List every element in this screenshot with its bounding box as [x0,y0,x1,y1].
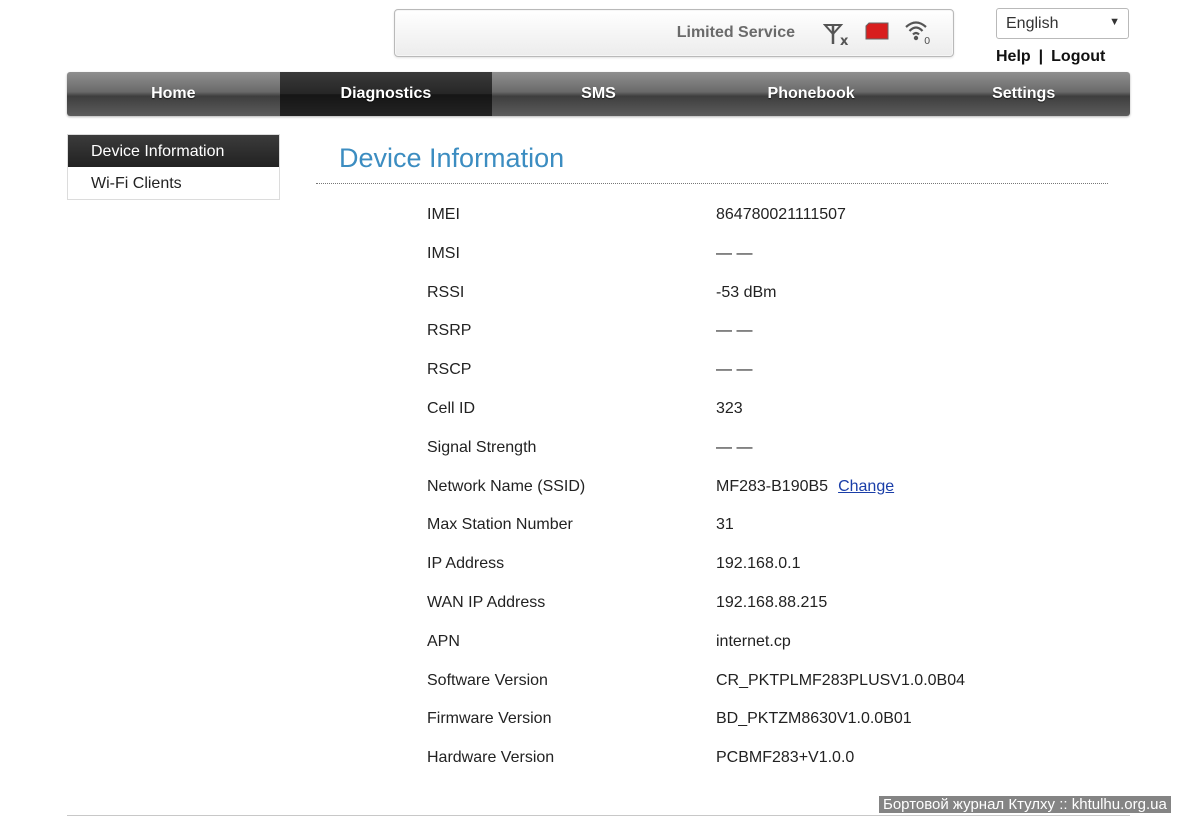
info-label: RSCP [427,361,472,379]
status-panel: Limited Service x 0 [394,9,954,57]
info-value: internet.cp [716,632,791,650]
info-label: IP Address [427,555,505,573]
info-label: Software Version [427,671,548,689]
svg-text:x: x [840,34,849,46]
info-label: IMEI [427,206,460,223]
nav-sms[interactable]: SMS [492,72,705,116]
svg-text:0: 0 [924,36,930,45]
info-value: — — [716,244,753,262]
nav-settings[interactable]: Settings [917,72,1130,116]
info-label: Firmware Version [427,710,552,728]
info-value: — — [716,438,753,456]
info-value: CR_PKTPLMF283PLUSV1.0.0B04 [716,671,966,689]
info-label: Signal Strength [427,438,537,456]
info-label: Hardware Version [427,749,555,767]
help-link[interactable]: Help [996,48,1031,65]
watermark: Бортовой журнал Ктулху :: khtulhu.org.ua [879,796,1171,813]
main-nav: Home Diagnostics SMS Phonebook Settings [67,72,1130,116]
logout-link[interactable]: Logout [1051,48,1105,65]
change-ssid-link[interactable]: Change [838,478,894,495]
language-selected: English [1006,15,1059,32]
service-status-text: Limited Service [676,24,795,41]
sidebar-item-wifi-clients[interactable]: Wi-Fi Clients [68,167,279,199]
nav-diagnostics[interactable]: Diagnostics [279,72,493,116]
info-value: 192.168.0.1 [716,555,801,573]
footer-divider [67,815,1130,816]
info-value: PCBMF283+V1.0.0 [716,749,855,767]
info-label: APN [427,632,460,650]
chevron-down-icon: ▼ [1109,16,1120,28]
info-value: 192.168.88.215 [716,593,828,611]
info-value: 31 [716,516,734,534]
page-title: Device Information [339,143,565,173]
ssid-value: MF283-B190B5 [716,477,829,495]
info-label: IMSI [427,244,460,262]
info-label: WAN IP Address [427,593,546,611]
info-label: RSSI [427,283,465,301]
info-value-ssid: MF283-B190B5 Change [716,478,894,496]
info-value: -53 dBm [716,283,777,301]
info-value: 323 [716,399,743,417]
header-links: Help | Logout [996,48,1105,66]
nav-home[interactable]: Home [67,72,280,116]
info-value: 864780021111507 [716,206,846,223]
title-divider [316,183,1108,184]
info-value: BD_PKTZM8630V1.0.0B01 [716,710,912,728]
nav-phonebook[interactable]: Phonebook [705,72,918,116]
info-value: — — [716,361,753,379]
sidebar-item-device-information[interactable]: Device Information [68,135,279,167]
wifi-icon: 0 [905,21,930,45]
info-label: Network Name (SSID) [427,477,586,495]
info-value: — — [716,322,753,340]
sidebar: Device Information Wi-Fi Clients [67,134,280,200]
info-label: Max Station Number [427,516,573,534]
signal-none-icon: x [823,24,849,46]
info-label: Cell ID [427,399,476,417]
info-label: RSRP [427,322,472,340]
sim-card-icon [865,22,889,40]
link-separator: | [1038,48,1044,65]
language-select[interactable]: English ▼ [996,8,1129,39]
